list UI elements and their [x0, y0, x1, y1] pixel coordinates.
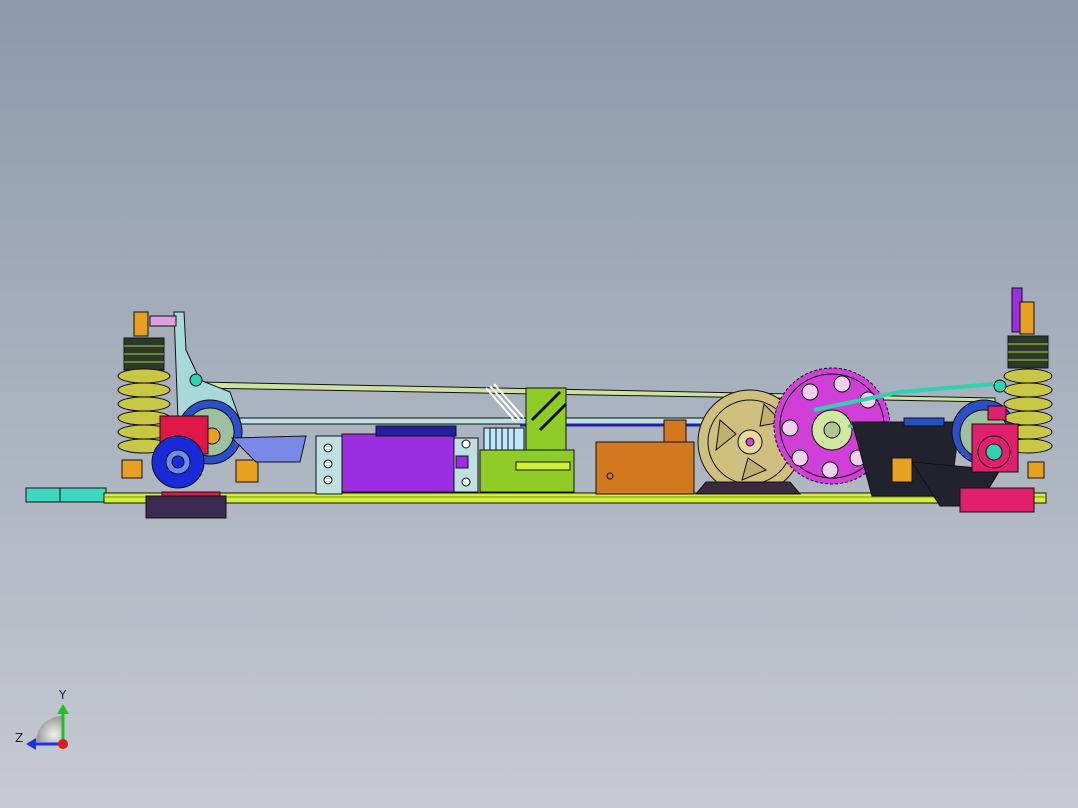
front-shock-cap — [133, 311, 149, 337]
model-canvas[interactable] — [0, 0, 1078, 808]
rear-ball-joint — [993, 379, 1007, 393]
rear-hinge-block — [891, 457, 913, 483]
esc-body[interactable] — [479, 449, 575, 493]
battery-strap — [663, 419, 687, 443]
front-bumper[interactable] — [25, 487, 107, 503]
front-shock-mount — [149, 315, 177, 327]
motor-mount — [694, 481, 802, 495]
middle-deck-bar[interactable] — [229, 417, 721, 425]
motor-shaft — [745, 437, 755, 447]
front-lower-arm — [145, 495, 227, 519]
graphics-viewport[interactable]: Y Z — [0, 0, 1078, 808]
battery-box[interactable] — [595, 441, 695, 495]
front-ball-joint — [189, 373, 203, 387]
x-axis-dot — [58, 739, 68, 749]
y-axis-label: Y — [59, 688, 67, 702]
rear-hub-lower — [959, 487, 1035, 513]
servo-top-rail — [375, 425, 457, 437]
z-axis-label: Z — [15, 731, 24, 745]
rear-shock-cap — [1019, 301, 1035, 335]
front-hinge-block — [235, 459, 259, 483]
steering-servo[interactable] — [341, 433, 455, 493]
